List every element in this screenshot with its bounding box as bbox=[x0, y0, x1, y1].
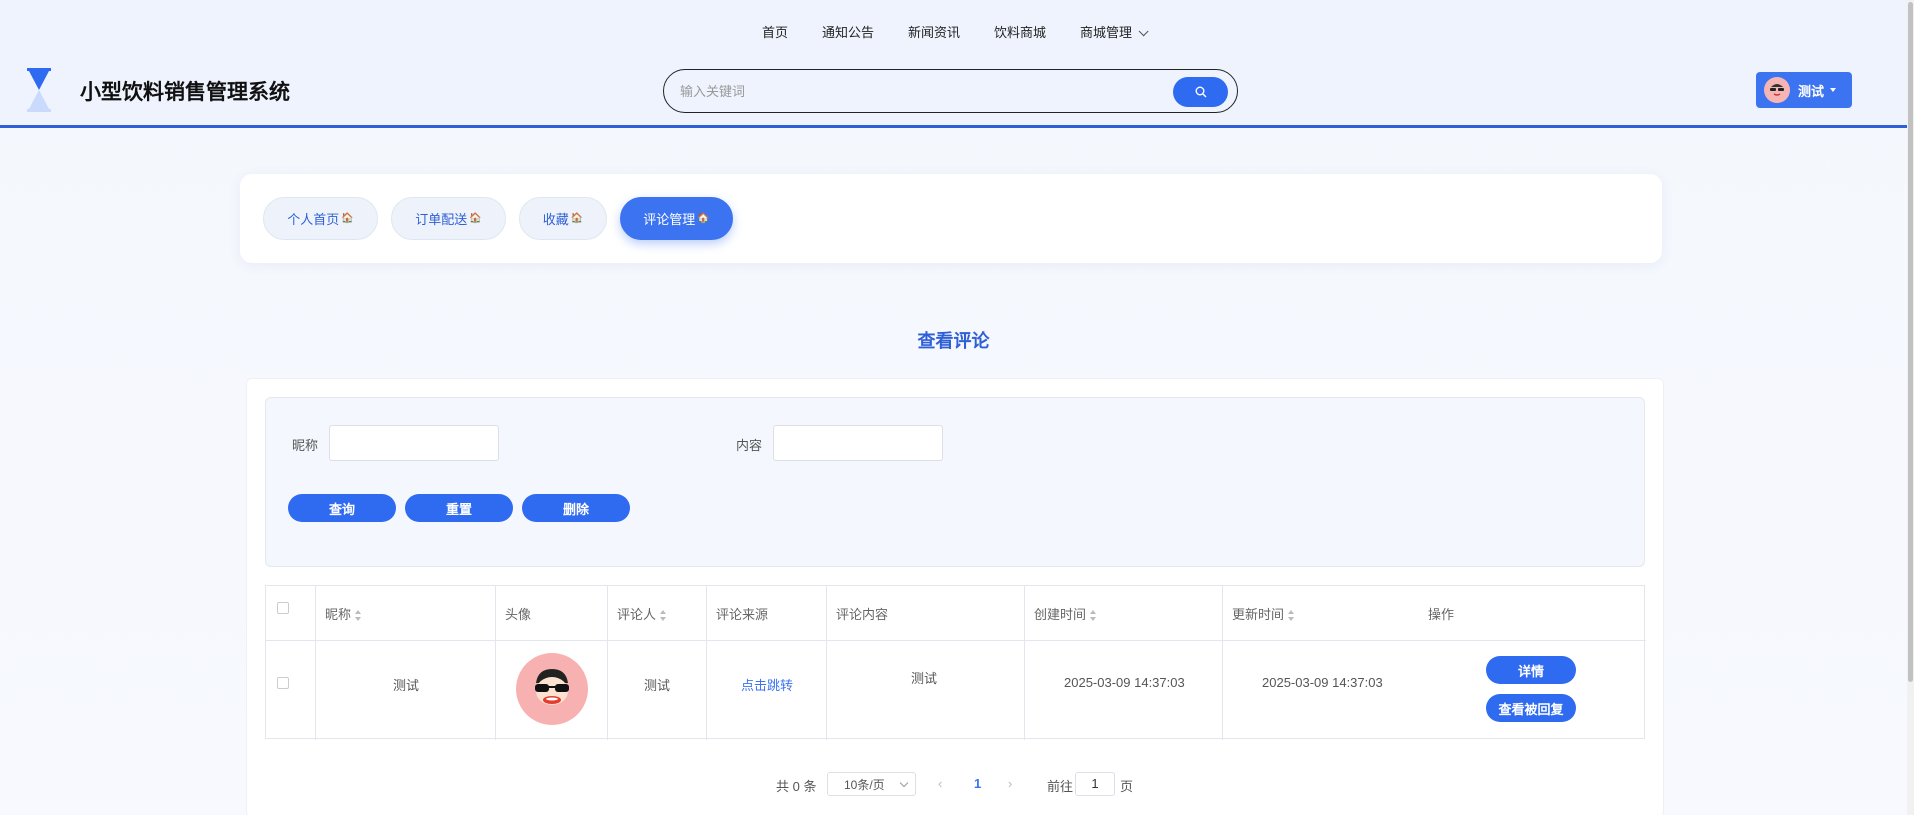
column-divider bbox=[495, 586, 496, 740]
column-divider bbox=[706, 586, 707, 740]
cell-created-time: 2025-03-09 14:37:03 bbox=[1064, 675, 1185, 690]
page-scrollbar[interactable] bbox=[1907, 0, 1914, 815]
column-divider bbox=[826, 586, 827, 740]
avatar bbox=[1764, 77, 1790, 103]
tab-favorites[interactable]: 收藏 🏠 bbox=[519, 197, 607, 240]
col-header-avatar: 头像 bbox=[505, 607, 532, 622]
delete-button[interactable]: 删除 bbox=[522, 494, 630, 522]
select-all-checkbox[interactable] bbox=[277, 602, 289, 614]
nav-item-shop[interactable]: 饮料商城 bbox=[994, 22, 1046, 41]
header-label: 昵称 bbox=[325, 607, 352, 622]
nickname-input[interactable] bbox=[329, 425, 499, 461]
sort-icon bbox=[355, 610, 362, 622]
site-header: 首页 通知公告 新闻资讯 饮料商城 商城管理 小型饮料销售管理系统 输入关键词 … bbox=[0, 0, 1907, 128]
tab-label: 个人首页 bbox=[287, 212, 340, 227]
chevron-down-icon bbox=[1138, 26, 1149, 37]
detail-button[interactable]: 详情 bbox=[1486, 656, 1576, 684]
content-label: 内容 bbox=[736, 438, 763, 453]
next-page-icon[interactable]: › bbox=[1008, 776, 1012, 791]
col-header-commenter[interactable]: 评论人 bbox=[617, 604, 667, 623]
col-header-nickname[interactable]: 昵称 bbox=[325, 604, 362, 623]
search-button[interactable] bbox=[1173, 77, 1228, 107]
row-checkbox[interactable] bbox=[277, 677, 289, 689]
search-icon bbox=[1195, 86, 1206, 98]
header-divider bbox=[266, 640, 1646, 641]
column-divider bbox=[607, 586, 608, 740]
cell-content: 测试 bbox=[911, 671, 938, 686]
query-button[interactable]: 查询 bbox=[288, 494, 396, 522]
scrollbar-thumb[interactable] bbox=[1908, 2, 1913, 682]
goto-suffix: 页 bbox=[1120, 779, 1134, 794]
page-size-select[interactable]: 10条/页 bbox=[827, 772, 916, 796]
center-tabs-card: 个人首页 🏠 订单配送 🏠 收藏 🏠 评论管理 🏠 bbox=[240, 174, 1662, 263]
col-header-updated[interactable]: 更新时间 bbox=[1232, 604, 1295, 623]
header-label: 评论人 bbox=[617, 607, 657, 622]
column-divider bbox=[315, 586, 316, 740]
site-title: 小型饮料销售管理系统 bbox=[80, 81, 290, 104]
nav-item-news[interactable]: 新闻资讯 bbox=[908, 22, 960, 41]
nav-item-shop-management[interactable]: 商城管理 bbox=[1080, 22, 1149, 41]
sort-icon bbox=[660, 610, 667, 622]
source-jump-link[interactable]: 点击跳转 bbox=[741, 675, 793, 694]
home-icon: 🏠 bbox=[570, 213, 584, 224]
chevron-down-icon bbox=[899, 778, 909, 788]
nav-item-home[interactable]: 首页 bbox=[762, 22, 788, 41]
search-input[interactable] bbox=[680, 80, 1160, 102]
cell-nickname: 测试 bbox=[393, 678, 420, 693]
goto-prefix: 前往 bbox=[1047, 779, 1074, 794]
user-menu-button[interactable]: 测试 bbox=[1756, 72, 1852, 108]
home-icon: 🏠 bbox=[469, 213, 482, 224]
cell-commenter: 测试 bbox=[644, 678, 671, 693]
header-label: 创建时间 bbox=[1034, 607, 1087, 622]
search-box bbox=[663, 69, 1238, 113]
reset-button[interactable]: 重置 bbox=[405, 494, 513, 522]
col-header-created[interactable]: 创建时间 bbox=[1034, 604, 1097, 623]
user-name: 测试 bbox=[1798, 83, 1825, 99]
col-header-actions: 操作 bbox=[1428, 607, 1455, 622]
tab-order-delivery[interactable]: 订单配送 🏠 bbox=[391, 197, 506, 240]
content-input[interactable] bbox=[773, 425, 943, 461]
nav-dropdown-label: 商城管理 bbox=[1080, 25, 1133, 40]
total-count: 共 0 条 bbox=[776, 779, 817, 794]
filter-panel: 昵称 内容 查询 重置 删除 bbox=[265, 397, 1645, 567]
comments-table: 昵称 头像 评论人 评论来源 评论内容 创建时间 更新时间 操作 测试 测试 点… bbox=[265, 585, 1646, 740]
view-replies-button[interactable]: 查看被回复 bbox=[1486, 694, 1576, 722]
tab-personal-home[interactable]: 个人首页 🏠 bbox=[263, 197, 378, 240]
tab-label: 订单配送 bbox=[415, 212, 468, 227]
page-size-value: 10条/页 bbox=[844, 777, 885, 792]
hourglass-logo-icon bbox=[27, 68, 51, 112]
tab-comment-management[interactable]: 评论管理 🏠 bbox=[620, 197, 733, 240]
header-label: 更新时间 bbox=[1232, 607, 1285, 622]
prev-page-icon[interactable]: ‹ bbox=[938, 776, 942, 791]
sunglasses-face-icon bbox=[1770, 84, 1784, 96]
top-nav: 首页 通知公告 新闻资讯 饮料商城 商城管理 bbox=[0, 22, 1907, 41]
goto-page-input[interactable]: 1 bbox=[1075, 772, 1115, 796]
nickname-label: 昵称 bbox=[292, 438, 319, 453]
tab-label: 评论管理 bbox=[643, 212, 696, 227]
home-icon: 🏠 bbox=[697, 213, 710, 224]
tab-label: 收藏 bbox=[542, 212, 569, 227]
cell-updated-time: 2025-03-09 14:37:03 bbox=[1262, 675, 1383, 690]
sunglasses-face-icon bbox=[535, 669, 569, 705]
sort-icon bbox=[1090, 610, 1097, 622]
page-number-current[interactable]: 1 bbox=[974, 776, 981, 791]
column-divider bbox=[1222, 586, 1223, 740]
sort-icon bbox=[1288, 610, 1295, 622]
avatar bbox=[516, 653, 588, 725]
column-divider bbox=[1024, 586, 1025, 740]
page-title: 查看评论 bbox=[917, 331, 990, 351]
home-icon: 🏠 bbox=[341, 213, 354, 224]
col-header-content: 评论内容 bbox=[836, 607, 889, 622]
caret-down-icon bbox=[1830, 88, 1837, 92]
col-header-source: 评论来源 bbox=[716, 607, 769, 622]
pagination: 共 0 条 10条/页 ‹ 1 › 前往 1 页 bbox=[0, 772, 1907, 796]
nav-item-notice[interactable]: 通知公告 bbox=[822, 22, 874, 41]
